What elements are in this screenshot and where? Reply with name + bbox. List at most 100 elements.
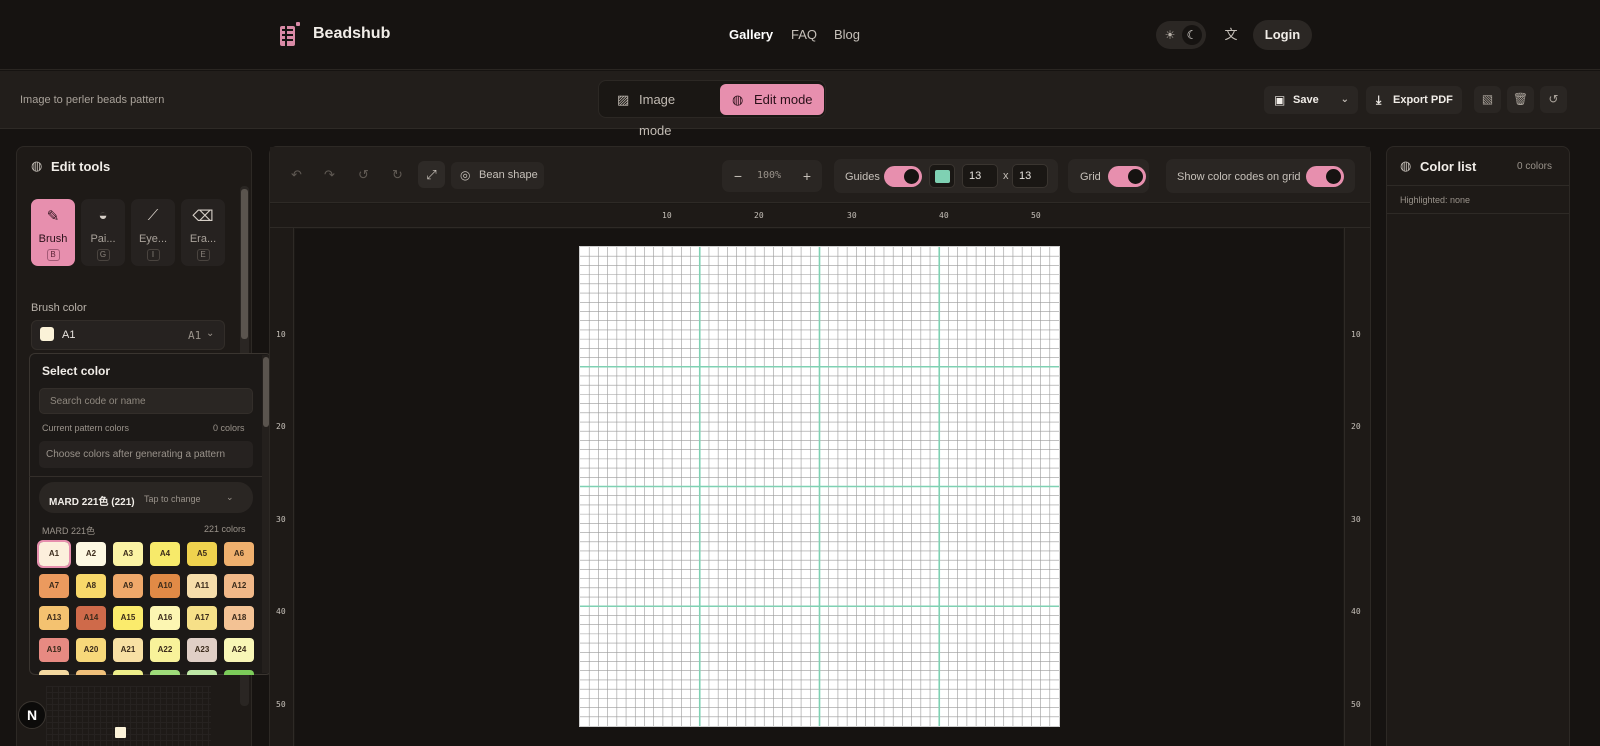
tool-brush[interactable]: ✎ Brush B — [31, 199, 75, 266]
color-swatch-a1[interactable]: A1 — [37, 540, 71, 568]
color-swatch-a18[interactable]: A18 — [224, 606, 254, 630]
divider — [1387, 213, 1569, 214]
color-swatch-a22[interactable]: A22 — [150, 638, 180, 662]
download-icon: ⤓ — [1376, 93, 1382, 107]
color-swatch-partial[interactable] — [113, 670, 143, 675]
theme-toggle[interactable]: ☀ ☾ — [1156, 21, 1206, 49]
trash-icon[interactable]: 🗑 — [1507, 86, 1534, 113]
undo-icon[interactable]: ↶ — [283, 161, 310, 188]
chevron-down-icon[interactable]: ⌄ — [1341, 86, 1349, 114]
color-swatch-partial[interactable] — [39, 670, 69, 675]
fullscreen-icon[interactable]: ⤢ — [418, 161, 445, 188]
guide-color-picker[interactable] — [929, 164, 955, 188]
translate-icon[interactable]: 文 — [1220, 24, 1242, 46]
login-button[interactable]: Login — [1253, 20, 1312, 50]
color-swatch-partial[interactable] — [224, 670, 254, 675]
ruler-tick-right: 30 — [1351, 515, 1361, 524]
moon-icon[interactable]: ☾ — [1182, 25, 1202, 45]
ruler-tick-left: 20 — [276, 422, 286, 431]
tool-eyedropper[interactable]: ⟋ Eye... I — [131, 199, 175, 266]
guide-width-input[interactable] — [962, 164, 998, 188]
ruler-tick-right: 10 — [1351, 330, 1361, 339]
bean-shape-label: Bean shape — [479, 169, 538, 181]
color-swatch-a23[interactable]: A23 — [187, 638, 217, 662]
eraser-icon: ⌫ — [192, 208, 214, 225]
color-swatch-a11[interactable]: A11 — [187, 574, 217, 598]
tool-shortcut: G — [96, 249, 110, 261]
palette-count: 221 colors — [204, 524, 246, 534]
tool-eraser[interactable]: ⌫ Era... E — [181, 199, 225, 266]
color-swatch-a5[interactable]: A5 — [187, 542, 217, 566]
grid-label: Grid — [1080, 171, 1101, 183]
ruler-tick-right: 40 — [1351, 607, 1361, 616]
grid-lines — [580, 247, 1059, 726]
circle-icon: ◎ — [460, 168, 471, 182]
guides-toggle[interactable] — [884, 166, 922, 187]
color-swatch-a13[interactable]: A13 — [39, 606, 69, 630]
brush-color-code: A1 — [188, 329, 202, 342]
save-button[interactable]: ▣ Save ⌄ — [1264, 86, 1358, 114]
tool-paint-bucket[interactable]: ◒ Pai... G — [81, 199, 125, 266]
nav-link-faq[interactable]: FAQ — [791, 27, 817, 42]
edit-mode-label: Edit mode — [754, 92, 813, 107]
zoom-out-icon[interactable]: − — [728, 165, 748, 187]
grid-toggle[interactable] — [1108, 166, 1146, 187]
zoom-in-icon[interactable]: + — [797, 165, 817, 187]
color-swatch-partial[interactable] — [187, 670, 217, 675]
palette-icon: ◍ — [1400, 158, 1412, 173]
n-badge[interactable]: N — [18, 701, 46, 729]
chevron-down-icon[interactable]: ⌄ — [206, 328, 214, 339]
ruler-tick-left: 50 — [276, 700, 286, 709]
export-pdf-button[interactable]: ⤓ Export PDF — [1366, 86, 1462, 114]
edit-mode-button[interactable]: ◍ Edit mode — [720, 84, 824, 115]
image-edit-icon[interactable]: ▧ — [1474, 86, 1501, 113]
color-swatch-a2[interactable]: A2 — [76, 542, 106, 566]
image-mode-button[interactable]: ▨ Image mode — [605, 84, 710, 138]
palette-name: MARD 221色 (221) — [49, 497, 135, 508]
color-swatch-a17[interactable]: A17 — [187, 606, 217, 630]
tool-label: Pai... — [90, 233, 116, 245]
color-swatch-a10[interactable]: A10 — [150, 574, 180, 598]
guide-height-input[interactable] — [1012, 164, 1048, 188]
nav-link-gallery[interactable]: Gallery — [729, 27, 773, 42]
color-swatch-a16[interactable]: A16 — [150, 606, 180, 630]
color-swatch-a24[interactable]: A24 — [224, 638, 254, 662]
color-swatch-a7[interactable]: A7 — [39, 574, 69, 598]
color-swatch-a21[interactable]: A21 — [113, 638, 143, 662]
divider — [29, 476, 262, 477]
ruler-tick-left: 30 — [276, 515, 286, 524]
color-swatch-partial[interactable] — [150, 670, 180, 675]
color-swatch-partial[interactable] — [76, 670, 106, 675]
color-swatch-a3[interactable]: A3 — [113, 542, 143, 566]
preview-bead — [115, 727, 126, 738]
tool-shortcut: I — [146, 249, 160, 261]
rotate-right-icon[interactable]: ↻ — [384, 161, 411, 188]
highlighted-status: Highlighted: none — [1400, 195, 1471, 205]
color-swatch-a20[interactable]: A20 — [76, 638, 106, 662]
brand-name[interactable]: Beadshub — [313, 25, 390, 43]
bead-grid[interactable] — [579, 246, 1060, 727]
palette-tap-hint: Tap to change — [144, 494, 201, 504]
color-search-input[interactable] — [39, 388, 253, 414]
ruler-tick-top: 30 — [847, 211, 857, 220]
color-swatch-a9[interactable]: A9 — [113, 574, 143, 598]
ruler-left — [270, 228, 294, 746]
color-swatch-a14[interactable]: A14 — [76, 606, 106, 630]
rotate-left-icon[interactable]: ↺ — [350, 161, 377, 188]
current-colors-empty: Choose colors after generating a pattern — [39, 441, 253, 468]
beadshub-logo-icon[interactable] — [278, 22, 302, 48]
bean-shape-button[interactable]: ◎ Bean shape — [451, 162, 544, 189]
color-swatch-a19[interactable]: A19 — [39, 638, 69, 662]
nav-link-blog[interactable]: Blog — [834, 27, 860, 42]
show-codes-toggle[interactable] — [1306, 166, 1344, 187]
ruler-tick-left: 10 — [276, 330, 286, 339]
page-subtitle: Image to perler beads pattern — [20, 94, 165, 106]
reset-icon[interactable]: ↺ — [1540, 86, 1567, 113]
color-swatch-a8[interactable]: A8 — [76, 574, 106, 598]
color-swatch-a4[interactable]: A4 — [150, 542, 180, 566]
sun-icon[interactable]: ☀ — [1162, 27, 1178, 43]
color-swatch-a6[interactable]: A6 — [224, 542, 254, 566]
color-swatch-a12[interactable]: A12 — [224, 574, 254, 598]
redo-icon[interactable]: ↷ — [316, 161, 343, 188]
color-swatch-a15[interactable]: A15 — [113, 606, 143, 630]
